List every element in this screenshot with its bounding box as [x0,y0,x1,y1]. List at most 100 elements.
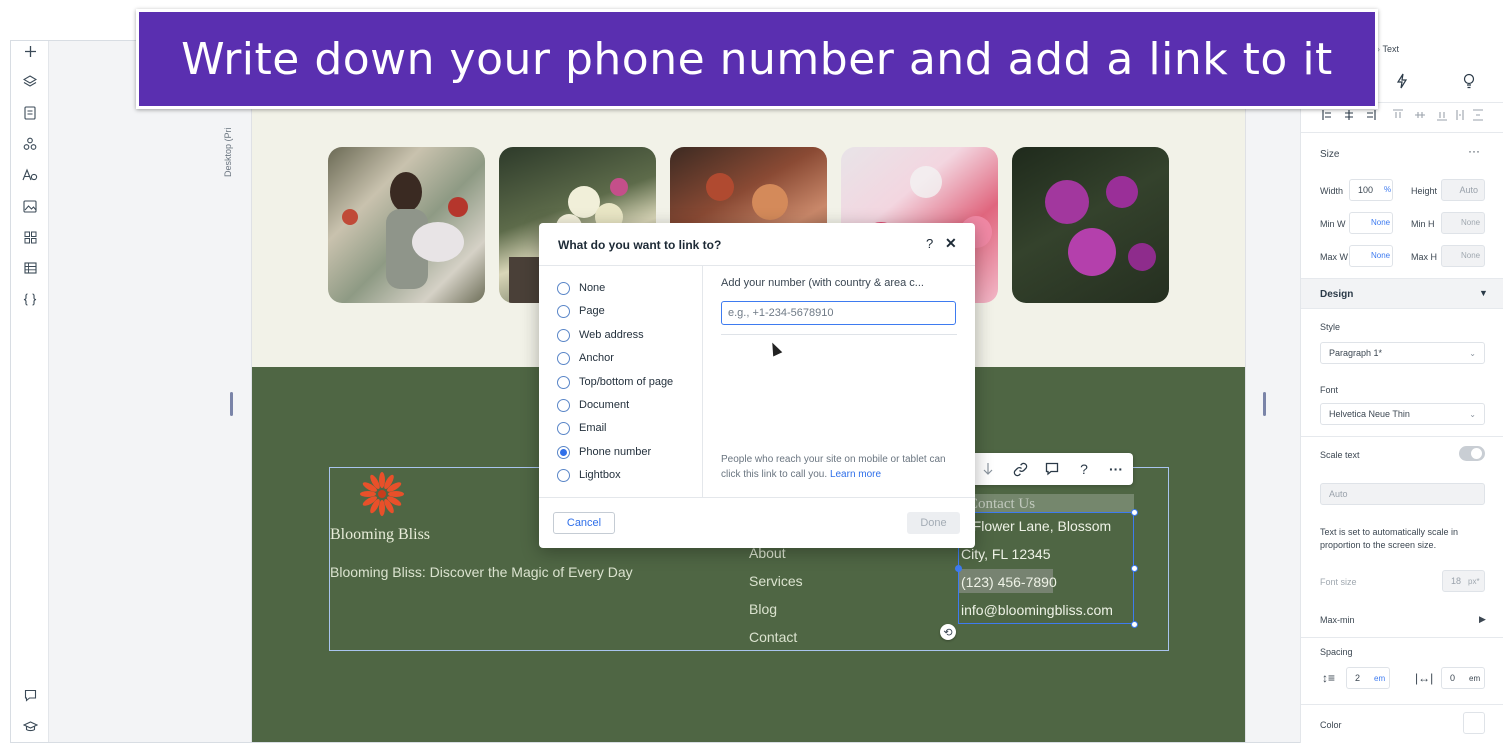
link-option-document[interactable]: Document [557,396,629,414]
radio-phone-number[interactable] [557,445,570,459]
interactions-bolt-icon[interactable] [1396,73,1408,94]
design-collapse-icon: ▼ [1479,288,1488,298]
selected-text-box[interactable] [958,512,1134,624]
learn-icon[interactable] [20,716,40,736]
link-icon[interactable] [1011,460,1029,478]
dialog-help-icon[interactable]: ? [926,236,933,251]
min-width-label: Min W [1320,219,1346,229]
style-select[interactable]: Paragraph 1* ⌄ [1320,342,1485,364]
right-resize-handle[interactable] [1263,392,1266,416]
phone-number-label: Add your number (with country & area c..… [721,277,924,289]
min-height-value: None [1461,218,1481,227]
left-resize-handle[interactable] [230,392,233,416]
link-option-anchor[interactable]: Anchor [557,349,614,367]
max-min-label[interactable]: Max-min [1320,615,1355,625]
move-down-icon[interactable] [979,460,997,478]
phone-number-input[interactable] [721,301,956,325]
line-spacing-unit[interactable]: em [1374,674,1385,683]
footer-nav-services[interactable]: Services [749,573,803,589]
link-option-web-address[interactable]: Web address [557,326,644,344]
cancel-button[interactable]: Cancel [553,512,615,534]
size-more-icon[interactable]: ··· [1468,144,1480,158]
selection-handle-left[interactable] [955,565,962,572]
help-icon[interactable]: ? [1075,460,1093,478]
dialog-column-divider [702,265,703,497]
line-spacing-icon: ↕≡ [1322,671,1336,685]
media-icon[interactable] [20,196,40,216]
link-option-page[interactable]: Page [557,302,605,320]
rotate-handle-icon[interactable]: ⟲ [940,624,956,640]
max-min-expand-icon[interactable]: ▶ [1479,614,1486,625]
radio-top-bottom[interactable] [557,375,570,389]
inspector-breadcrumb[interactable]: › Text [1377,44,1399,54]
min-width-value: None [1371,218,1391,227]
link-option-top-bottom[interactable]: Top/bottom of page [557,373,673,391]
contact-heading-box[interactable]: Contact Us [958,494,1134,512]
pages-icon[interactable] [20,103,40,123]
design-section-header[interactable]: Design ▼ [1301,278,1503,309]
selection-handle-right[interactable] [1131,565,1138,572]
link-option-lightbox[interactable]: Lightbox [557,466,621,484]
more-actions-icon[interactable]: ··· [1107,460,1125,478]
width-value: 100 [1358,185,1374,195]
canvas-gutter [49,41,249,742]
align-icons[interactable] [1321,108,1486,122]
link-option-none[interactable]: None [557,279,605,297]
radio-anchor[interactable] [557,351,570,365]
footer-nav-blog[interactable]: Blog [749,601,777,617]
text-theme-icon[interactable] [20,165,40,185]
font-size-label: Font size [1320,577,1357,587]
max-width-value: None [1371,251,1391,260]
inspector-divider [1301,132,1503,133]
option-label: Web address [579,329,644,341]
letter-spacing-icon: |↔| [1415,671,1434,685]
done-button[interactable]: Done [907,512,960,534]
dialog-close-icon[interactable]: ✕ [945,235,957,252]
apps-icon[interactable] [20,134,40,154]
scale-text-label: Scale text [1320,450,1360,460]
font-select[interactable]: Helvetica Neue Thin ⌄ [1320,403,1485,425]
width-unit[interactable]: % [1384,185,1391,194]
link-option-email[interactable]: Email [557,419,607,437]
footer-tagline[interactable]: Blooming Bliss: Discover the Magic of Ev… [330,564,633,580]
option-label: Top/bottom of page [579,376,674,388]
max-width-label: Max W [1320,252,1348,262]
scale-text-note: Text is set to automatically scale in pr… [1320,527,1459,550]
comment-icon[interactable] [1043,460,1061,478]
code-icon[interactable] [20,289,40,309]
comments-icon[interactable] [20,685,40,705]
gallery-photo-florist[interactable] [328,147,485,303]
radio-web-address[interactable] [557,328,570,342]
style-chevron-icon: ⌄ [1469,348,1476,358]
letter-spacing-unit[interactable]: em [1469,674,1480,683]
height-input[interactable]: Auto [1441,179,1485,201]
radio-lightbox[interactable] [557,468,570,482]
ai-tips-bulb-icon[interactable] [1463,73,1475,94]
font-size-value: 18 [1451,576,1462,586]
selection-handle-top-right[interactable] [1131,509,1138,516]
footer-brand-name[interactable]: Blooming Bliss [330,526,430,544]
inspector-divider [1301,436,1503,437]
scale-text-toggle[interactable] [1459,446,1485,461]
radio-page[interactable] [557,304,570,318]
layers-icon[interactable] [20,72,40,92]
caption-text: Write down your phone number and add a l… [181,33,1333,85]
link-option-phone-number[interactable]: Phone number [557,443,651,461]
radio-document[interactable] [557,398,570,412]
add-icon[interactable] [20,41,40,61]
gallery-photo-purple-roses[interactable] [1012,147,1169,303]
height-label: Height [1411,186,1438,196]
color-swatch[interactable] [1463,712,1485,734]
desktop-view-label[interactable]: Desktop (Pri [223,127,233,177]
learn-more-link[interactable]: Learn more [830,469,881,480]
dialog-title: What do you want to link to? [558,238,722,252]
style-value: Paragraph 1* [1329,348,1383,358]
add-apps-icon[interactable] [20,227,40,247]
text-floating-toolbar: ? ··· [971,453,1133,485]
selection-handle-bottom-right[interactable] [1131,621,1138,628]
radio-email[interactable] [557,421,570,435]
footer-nav-contact[interactable]: Contact [749,629,797,645]
table-icon[interactable] [20,258,40,278]
scale-mode-select[interactable]: Auto [1320,483,1485,505]
radio-none[interactable] [557,281,570,295]
